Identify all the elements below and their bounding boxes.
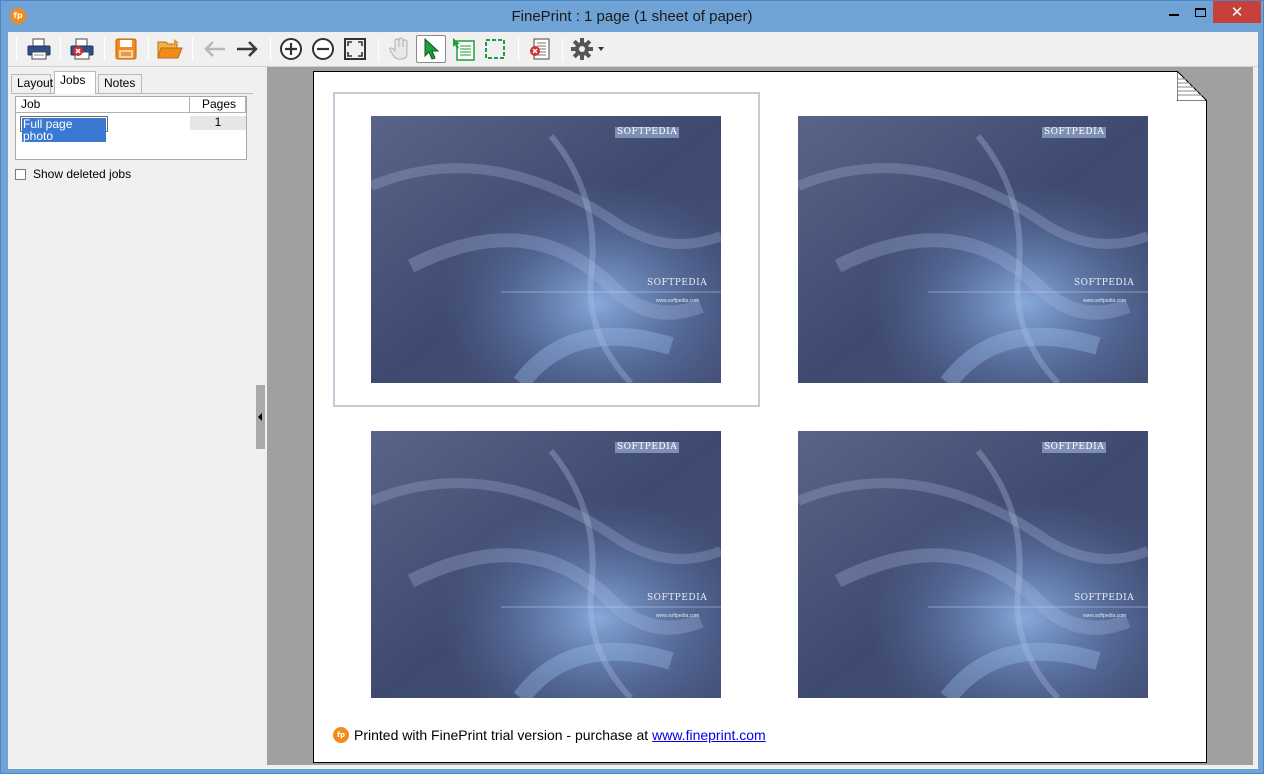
zoom-in-icon xyxy=(280,38,302,60)
minimize-icon xyxy=(1169,14,1179,16)
select-page-button[interactable] xyxy=(449,35,479,63)
jobs-table-header: Job Pages xyxy=(16,97,246,113)
zoom-out-icon xyxy=(312,38,334,60)
maximize-icon xyxy=(1194,7,1206,17)
toolbar-separator xyxy=(60,37,61,61)
page-fold-icon xyxy=(1177,71,1207,101)
fit-page-button[interactable] xyxy=(340,35,370,63)
show-deleted-label: Show deleted jobs xyxy=(33,167,132,181)
column-pages[interactable]: Pages xyxy=(190,97,246,113)
printer-delete-icon xyxy=(70,38,94,60)
photo-watermark: SOFTPEDIA xyxy=(615,442,680,453)
fineprint-link[interactable]: www.fineprint.com xyxy=(652,727,766,743)
left-panel: Layout Jobs Notes Job Pages Full page ph… xyxy=(8,67,254,765)
collapse-handle[interactable] xyxy=(256,385,265,449)
table-row[interactable]: Full page photo 1 xyxy=(16,114,246,142)
photo-image xyxy=(371,431,721,698)
print-button[interactable] xyxy=(24,35,54,63)
photo-url: www.softpedia.com xyxy=(656,613,700,619)
right-border xyxy=(1253,67,1258,765)
collapse-arrow-icon xyxy=(258,413,262,421)
toolbar-separator xyxy=(378,37,379,61)
photo-watermark: SOFTPEDIA xyxy=(615,127,680,138)
photo-brand: SOFTPEDIA xyxy=(1074,278,1135,288)
toolbar xyxy=(8,32,1258,67)
delete-page-icon xyxy=(530,38,550,60)
toolbar-separator xyxy=(270,37,271,61)
title-bar: fp FinePrint : 1 page (1 sheet of paper)… xyxy=(1,1,1263,31)
panel-splitter[interactable] xyxy=(254,67,267,765)
save-icon xyxy=(115,38,137,60)
toolbar-separator xyxy=(16,37,17,61)
photo-watermark: SOFTPEDIA xyxy=(1042,442,1107,453)
toolbar-separator xyxy=(518,37,519,61)
zoom-in-button[interactable] xyxy=(276,35,306,63)
select-area-button[interactable] xyxy=(480,35,510,63)
toolbar-separator xyxy=(192,37,193,61)
job-name-text: Full page photo xyxy=(22,118,106,142)
printer-icon xyxy=(27,38,51,60)
photo-brand: SOFTPEDIA xyxy=(647,593,708,603)
photo-image xyxy=(371,116,721,383)
save-button[interactable] xyxy=(111,35,141,63)
photo-brand: SOFTPEDIA xyxy=(647,278,708,288)
area-select-icon xyxy=(485,39,505,59)
print-delete-button[interactable] xyxy=(67,35,97,63)
bottom-border xyxy=(8,765,1258,769)
window-title: FinePrint : 1 page (1 sheet of paper) xyxy=(511,8,753,25)
arrow-right-icon xyxy=(237,41,258,57)
show-deleted-option[interactable]: Show deleted jobs xyxy=(15,166,131,182)
close-button[interactable]: ✕ xyxy=(1213,1,1261,23)
jobs-table[interactable]: Job Pages Full page photo 1 xyxy=(15,96,247,160)
column-job[interactable]: Job xyxy=(16,97,190,113)
photo-thumbnail[interactable]: SOFTPEDIA SOFTPEDIA www.softpedia.com xyxy=(798,116,1148,383)
job-pages-cell: 1 xyxy=(190,116,246,130)
gear-icon xyxy=(571,38,604,60)
zoom-out-button[interactable] xyxy=(308,35,338,63)
fit-page-icon xyxy=(344,38,366,60)
open-button[interactable] xyxy=(155,35,185,63)
pan-button[interactable] xyxy=(385,35,415,63)
photo-image xyxy=(798,431,1148,698)
maximize-button[interactable] xyxy=(1185,1,1215,23)
folder-open-icon xyxy=(157,39,183,59)
tab-layout[interactable]: Layout xyxy=(11,74,53,93)
job-name-field[interactable]: Full page photo xyxy=(20,116,108,142)
photo-url: www.softpedia.com xyxy=(656,298,700,304)
preview-page[interactable]: SOFTPEDIA SOFTPEDIA www.softpedia.com SO… xyxy=(313,71,1207,763)
photo-brand: SOFTPEDIA xyxy=(1074,593,1135,603)
toolbar-separator xyxy=(562,37,563,61)
photo-url: www.softpedia.com xyxy=(1083,613,1127,619)
preview-area[interactable]: SOFTPEDIA SOFTPEDIA www.softpedia.com SO… xyxy=(267,67,1253,765)
tab-jobs[interactable]: Jobs xyxy=(54,71,96,94)
select-button[interactable] xyxy=(416,35,446,63)
tab-notes[interactable]: Notes xyxy=(98,74,142,93)
jobs-tab-body: Job Pages Full page photo 1 Show deleted… xyxy=(11,93,253,763)
cursor-icon xyxy=(424,38,440,60)
photo-thumbnail[interactable]: SOFTPEDIA SOFTPEDIA www.softpedia.com xyxy=(371,431,721,698)
show-deleted-checkbox[interactable] xyxy=(15,168,26,180)
photo-watermark: SOFTPEDIA xyxy=(1042,127,1107,138)
hand-icon xyxy=(389,37,408,60)
tab-strip: Layout Jobs Notes xyxy=(11,71,251,94)
trial-footer: fp Printed with FinePrint trial version … xyxy=(333,726,766,744)
photo-thumbnail[interactable]: SOFTPEDIA SOFTPEDIA www.softpedia.com xyxy=(371,116,721,383)
delete-page-button[interactable] xyxy=(525,35,555,63)
settings-button[interactable] xyxy=(568,35,608,63)
toolbar-separator xyxy=(104,37,105,61)
toolbar-separator xyxy=(148,37,149,61)
trial-text: Printed with FinePrint trial version - p… xyxy=(354,727,649,743)
forward-button[interactable] xyxy=(232,35,262,63)
fineprint-logo-icon: fp xyxy=(333,727,349,743)
fineprint-window: fp FinePrint : 1 page (1 sheet of paper)… xyxy=(0,0,1264,774)
photo-image xyxy=(798,116,1148,383)
photo-thumbnail[interactable]: SOFTPEDIA SOFTPEDIA www.softpedia.com xyxy=(798,431,1148,698)
photo-url: www.softpedia.com xyxy=(1083,298,1127,304)
arrow-left-icon xyxy=(204,41,225,57)
page-select-icon xyxy=(453,38,475,61)
back-button[interactable] xyxy=(200,35,230,63)
